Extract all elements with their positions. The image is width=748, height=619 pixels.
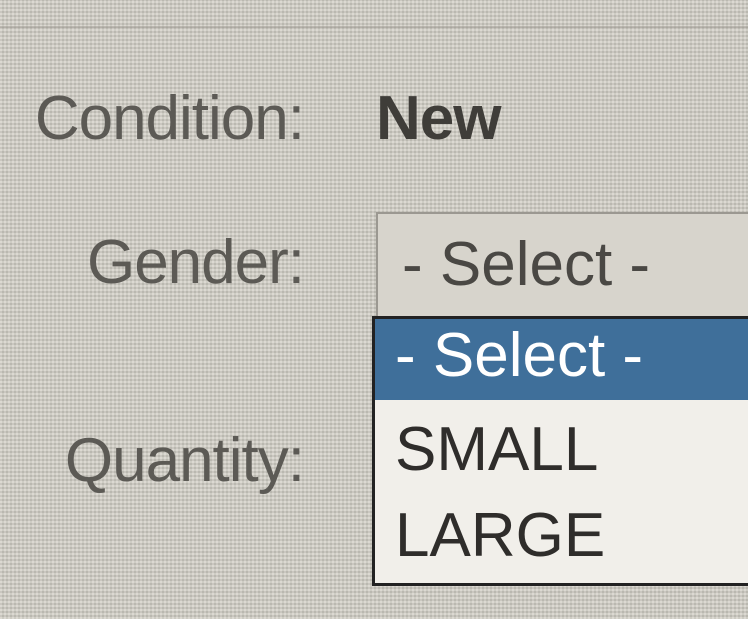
gender-select-value: - Select -	[402, 230, 651, 299]
top-separator-line	[0, 26, 748, 28]
condition-value: New	[376, 84, 501, 153]
condition-label: Condition:	[34, 84, 305, 153]
dropdown-option-large[interactable]: LARGE	[395, 505, 605, 567]
gender-select[interactable]: - Select -	[376, 212, 748, 316]
gender-dropdown-list[interactable]: - Select - SMALL LARGE	[372, 316, 748, 586]
dropdown-option-small[interactable]: SMALL	[395, 419, 598, 481]
dropdown-option-select[interactable]: - Select -	[375, 319, 748, 400]
gender-label: Gender:	[86, 228, 305, 297]
quantity-label: Quantity:	[64, 426, 305, 495]
